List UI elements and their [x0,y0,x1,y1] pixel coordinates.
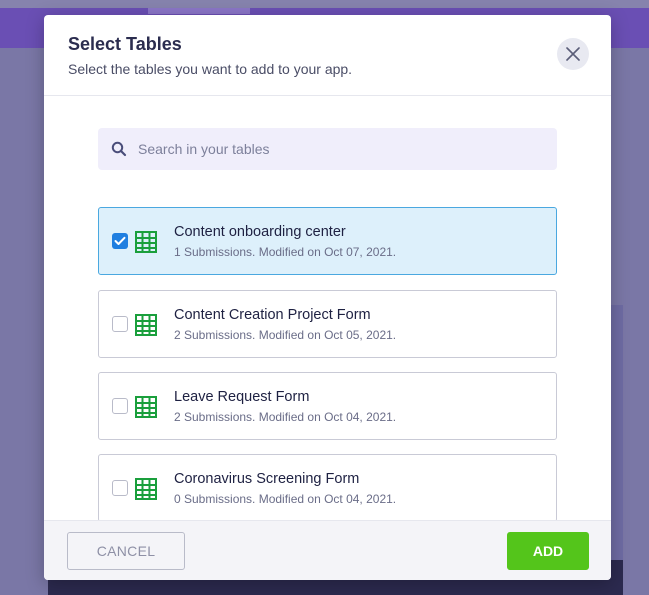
spreadsheet-icon [135,396,157,418]
table-checkbox[interactable] [112,316,128,332]
table-item-content-onboarding-center[interactable]: Content onboarding center 1 Submissions.… [98,207,557,275]
search-box[interactable] [98,128,557,170]
modal-header: Select Tables Select the tables you want… [44,15,611,96]
search-icon [111,141,127,157]
search-input[interactable] [138,141,538,157]
table-title: Content Creation Project Form [174,307,371,323]
backdrop-strip [0,0,649,8]
spreadsheet-icon [135,314,157,336]
modal-body: Content onboarding center 1 Submissions.… [44,97,611,522]
table-checkbox[interactable] [112,233,128,249]
add-button[interactable]: ADD [507,532,589,570]
cancel-button[interactable]: CANCEL [67,532,185,570]
table-checkbox[interactable] [112,480,128,496]
table-item-content-creation-project-form[interactable]: Content Creation Project Form 2 Submissi… [98,290,557,358]
table-item-coronavirus-screening-form[interactable]: Coronavirus Screening Form 0 Submissions… [98,454,557,522]
modal-subtitle: Select the tables you want to add to you… [68,61,353,77]
backdrop-tab [148,8,250,14]
table-meta: 1 Submissions. Modified on Oct 07, 2021. [174,245,397,259]
close-button[interactable] [557,38,589,70]
checkmark-icon [114,236,126,245]
table-checkbox[interactable] [112,398,128,414]
modal-title: Select Tables [68,34,182,54]
table-meta: 0 Submissions. Modified on Oct 04, 2021. [174,492,397,506]
table-title: Leave Request Form [174,389,310,405]
table-item-leave-request-form[interactable]: Leave Request Form 2 Submissions. Modifi… [98,372,557,440]
modal-footer: CANCEL ADD [44,520,611,580]
table-title: Content onboarding center [174,224,346,240]
table-meta: 2 Submissions. Modified on Oct 04, 2021. [174,410,397,424]
close-icon [566,47,580,61]
select-tables-modal: Select Tables Select the tables you want… [44,15,611,580]
spreadsheet-icon [135,231,157,253]
spreadsheet-icon [135,478,157,500]
table-meta: 2 Submissions. Modified on Oct 05, 2021. [174,328,397,342]
table-title: Coronavirus Screening Form [174,471,360,487]
